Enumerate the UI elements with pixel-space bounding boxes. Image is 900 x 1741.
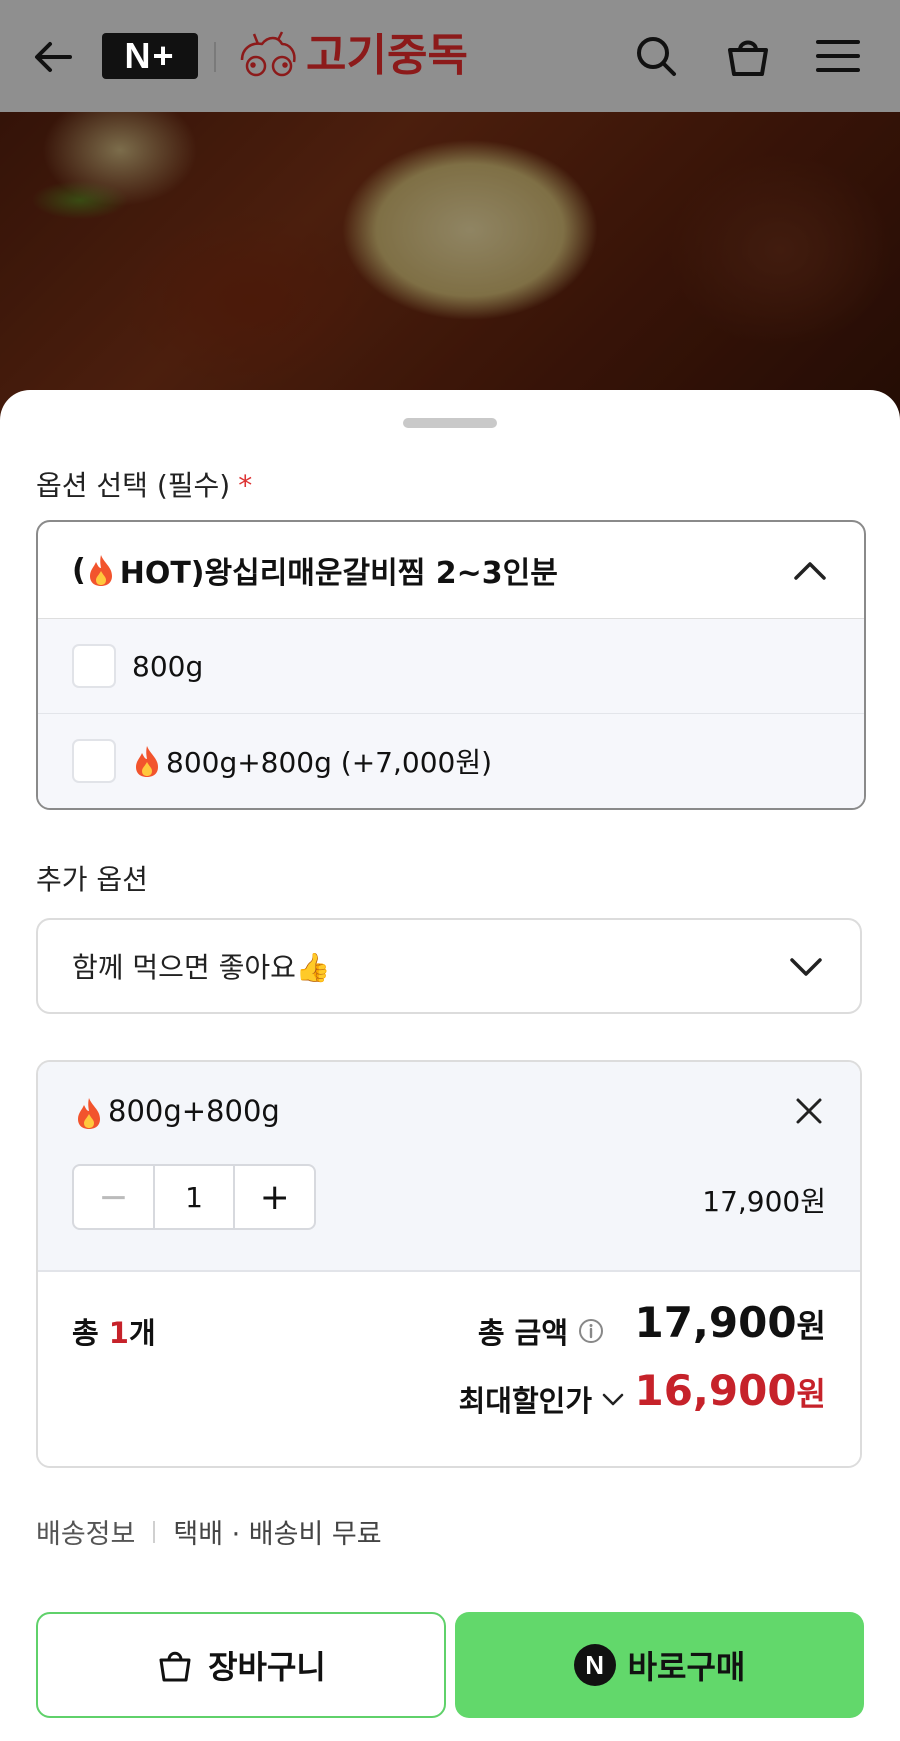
currency-won: 원 — [796, 1307, 826, 1345]
max-discount-label: 최대할인가 — [458, 1384, 592, 1418]
total-count-prefix: 총 — [72, 1316, 109, 1350]
top-header: N+ 고기중독 — [0, 0, 900, 112]
required-star: * — [238, 469, 253, 502]
total-amount: 17,900원 — [634, 1298, 826, 1347]
quantity-plus-button[interactable]: + — [235, 1166, 314, 1228]
total-amount-label-text: 총 금액 — [477, 1316, 568, 1350]
option-title: HOT)왕십리매운갈비찜 2~3인분 — [119, 556, 558, 591]
quantity-stepper: − 1 + — [72, 1164, 316, 1230]
total-amount-value: 17,900 — [634, 1298, 797, 1347]
line-price: 17,900원 — [702, 1185, 826, 1218]
required-option-label: 옵션 선택 (필수) * — [36, 464, 252, 504]
option-dropdown-header[interactable]: ( HOT)왕십리매운갈비찜 2~3인분 — [38, 522, 864, 619]
bag-icon — [159, 1651, 191, 1682]
quantity-value[interactable]: 1 — [152, 1166, 236, 1228]
fire-icon — [78, 1098, 100, 1129]
chevron-down-icon[interactable] — [788, 952, 824, 980]
option-bottom-sheet: 옵션 선택 (필수) * ( HOT)왕십리매운갈비찜 2~3인분 800g 80… — [0, 390, 900, 1741]
back-icon[interactable] — [30, 34, 76, 80]
close-icon[interactable] — [794, 1096, 824, 1126]
naver-pay-icon: N — [573, 1644, 616, 1686]
add-to-cart-label: 장바구니 — [208, 1648, 326, 1686]
option-item-800g[interactable]: 800g — [38, 619, 864, 713]
buy-now-label: 바로구매 — [627, 1648, 746, 1686]
shipping-info: 배송정보 택배 · 배송비 무료 — [36, 1512, 382, 1551]
option-dropdown[interactable]: ( HOT)왕십리매운갈비찜 2~3인분 800g 800g+800g (+7,… — [36, 520, 866, 810]
selected-item-name: 800g+800g — [74, 1094, 280, 1130]
option-item-label: 800g — [132, 649, 204, 683]
max-discount-toggle[interactable]: 최대할인가 — [459, 1378, 624, 1420]
currency-won: 원 — [796, 1375, 826, 1413]
extra-option-select[interactable]: 함께 먹으면 좋아요👍 — [36, 918, 862, 1014]
required-option-text: 옵션 선택 (필수) — [36, 469, 231, 502]
selected-item-label: 800g+800g — [108, 1094, 280, 1128]
info-icon[interactable] — [578, 1318, 604, 1344]
fire-icon — [89, 555, 112, 586]
chevron-up-icon[interactable] — [792, 556, 828, 584]
shipping-label: 배송정보 — [36, 1519, 136, 1550]
sheet-drag-handle[interactable] — [403, 418, 497, 428]
total-count-suffix: 개 — [128, 1316, 156, 1350]
nplus-logo[interactable]: N+ — [102, 33, 198, 79]
max-discount-amount: 16,900원 — [634, 1366, 826, 1415]
total-count: 총 1개 — [72, 1310, 156, 1352]
brand-logo-icon — [240, 31, 296, 77]
option-checkbox[interactable] — [72, 644, 116, 688]
bag-icon[interactable] — [724, 32, 772, 80]
max-discount-value: 16,900 — [634, 1366, 797, 1415]
brand-name[interactable]: 고기중독 — [306, 26, 468, 86]
extra-option-placeholder: 함께 먹으면 좋아요👍 — [72, 951, 331, 984]
shipping-value: 택배 · 배송비 무료 — [173, 1519, 382, 1550]
chevron-down-icon — [602, 1393, 624, 1406]
option-item-label: 800g+800g (+7,000원) — [166, 746, 493, 779]
search-icon[interactable] — [632, 32, 680, 80]
selected-item-card: 800g+800g − 1 + 17,900원 총 1개 총 금액 17,900… — [36, 1060, 862, 1468]
header-divider — [214, 42, 216, 72]
option-title-paren: ( — [72, 552, 86, 588]
total-summary: 총 1개 총 금액 17,900원 최대할인가 16,900원 — [38, 1272, 860, 1466]
option-item-800g-800g[interactable]: 800g+800g (+7,000원) — [38, 713, 864, 808]
add-to-cart-button[interactable]: 장바구니 — [36, 1612, 446, 1718]
buy-now-button[interactable]: N 바로구매 — [455, 1612, 864, 1718]
shipping-divider — [153, 1520, 156, 1543]
option-checkbox[interactable] — [72, 739, 116, 783]
fire-icon — [136, 746, 158, 777]
menu-icon[interactable] — [814, 32, 862, 80]
extra-option-label: 추가 옵션 — [36, 863, 148, 896]
quantity-minus-button[interactable]: − — [74, 1166, 153, 1228]
total-count-number: 1 — [108, 1316, 129, 1350]
total-amount-label: 총 금액 — [478, 1310, 604, 1352]
selected-item-row: 800g+800g − 1 + 17,900원 — [38, 1062, 860, 1272]
